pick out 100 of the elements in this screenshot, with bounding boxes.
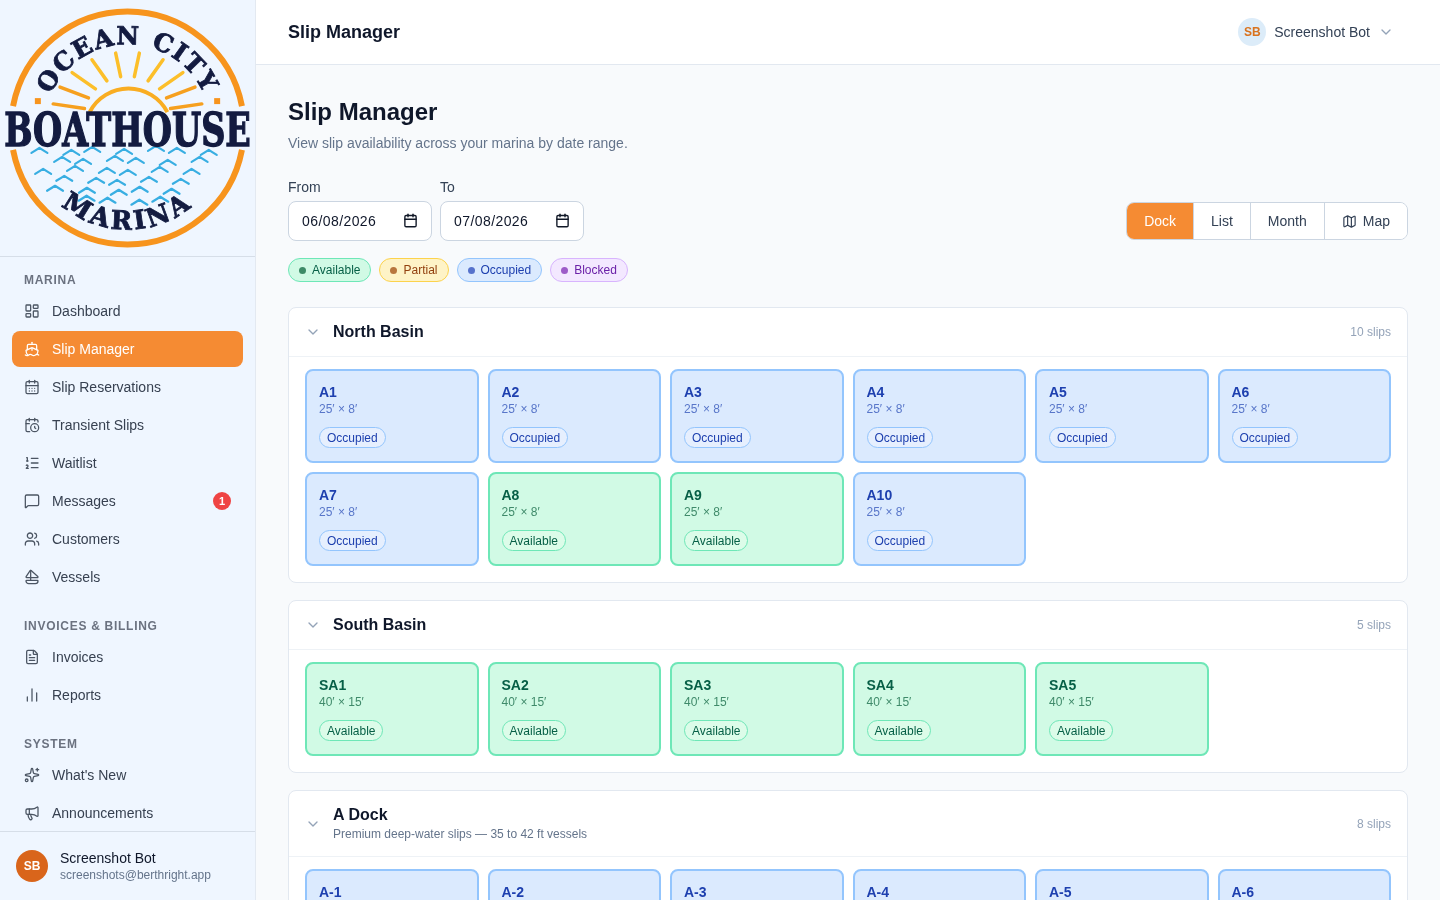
- slip-card[interactable]: A6 25′ × 8′ Occupied: [1217, 369, 1391, 463]
- slip-name: A2: [501, 383, 520, 401]
- nav-item[interactable]: Invoices: [12, 639, 243, 675]
- basin-title: North Basin: [333, 322, 424, 342]
- slip-card[interactable]: A-3: [670, 869, 844, 900]
- slip-card[interactable]: SA1 40′ × 15′ Available: [305, 662, 479, 756]
- status-tag: Available: [1049, 720, 1114, 741]
- slip-size: 25′ × 8′: [684, 401, 723, 417]
- nav-item[interactable]: Waitlist: [12, 445, 243, 481]
- slip-card[interactable]: SA4 40′ × 15′ Available: [852, 662, 1026, 756]
- slip-name: SA3: [684, 676, 712, 694]
- calendar-icon[interactable]: [555, 213, 570, 228]
- nav-item[interactable]: What's New: [12, 757, 243, 793]
- slip-card[interactable]: A1 25′ × 8′ Occupied: [305, 369, 479, 463]
- nav-item[interactable]: Dashboard: [12, 293, 243, 329]
- map-icon: [1341, 213, 1357, 229]
- ship-icon: [24, 341, 40, 357]
- slip-card[interactable]: A2 25′ × 8′ Occupied: [487, 369, 661, 463]
- slip-name: SA2: [501, 676, 529, 694]
- slip-name: A3: [684, 383, 702, 401]
- nav-section-label: SYSTEM: [23, 736, 79, 752]
- nav-section-label: INVOICES & BILLING: [23, 618, 159, 634]
- status-tag: Occupied: [319, 530, 386, 551]
- sparkles-icon: [24, 767, 40, 783]
- slip-card[interactable]: A3 25′ × 8′ Occupied: [670, 369, 844, 463]
- nav-section-label: MARINA: [23, 272, 78, 288]
- user-menu-button[interactable]: SB Screenshot Bot: [1234, 16, 1398, 48]
- view-tab[interactable]: Map: [1323, 203, 1407, 239]
- slip-card[interactable]: A-1: [305, 869, 479, 900]
- nav-item[interactable]: Vessels: [12, 559, 243, 595]
- slip-card[interactable]: SA2 40′ × 15′ Available: [487, 662, 661, 756]
- slip-card[interactable]: A-2: [487, 869, 661, 900]
- slip-size: 25′ × 8′: [501, 504, 540, 520]
- slip-name: A-4: [866, 883, 890, 900]
- status-tag: Occupied: [684, 427, 751, 448]
- slip-card[interactable]: SA5 40′ × 15′ Available: [1035, 662, 1209, 756]
- basin-description: Premium deep-water slips — 35 to 42 ft vessels: [333, 826, 588, 842]
- slip-name: A-5: [1049, 883, 1072, 900]
- slip-name: A10: [866, 486, 893, 504]
- slip-name: A7: [319, 486, 337, 504]
- nav-item[interactable]: Reports: [12, 677, 243, 713]
- megaphone-icon: [24, 805, 40, 821]
- slip-name: SA4: [866, 676, 894, 694]
- slip-count: 8 slips: [1357, 816, 1391, 831]
- slip-card[interactable]: A8 25′ × 8′ Available: [487, 472, 661, 566]
- slip-size: 40′ × 15′: [501, 694, 547, 710]
- page-subtitle: View slip availability across your marina by date range.: [288, 134, 629, 153]
- slip-size: 40′ × 15′: [866, 694, 912, 710]
- status-tag: Available: [501, 720, 566, 741]
- page-title: Slip Manager: [288, 97, 439, 127]
- slip-size: 25′ × 8′: [501, 401, 540, 417]
- legend-label: Blocked: [574, 263, 617, 277]
- slip-card[interactable]: A9 25′ × 8′ Available: [670, 472, 844, 566]
- user-avatar: SB: [1238, 18, 1267, 46]
- users-icon: [24, 531, 40, 547]
- user-name: Screenshot Bot: [60, 849, 157, 867]
- slip-card[interactable]: A7 25′ × 8′ Occupied: [305, 472, 479, 566]
- slip-name: A-1: [319, 883, 342, 900]
- date-field[interactable]: 07/08/2026: [440, 201, 584, 241]
- slip-name: A1: [319, 383, 337, 401]
- slip-card[interactable]: A-4: [852, 869, 1026, 900]
- field-label: To: [440, 179, 456, 195]
- slip-count: 5 slips: [1357, 618, 1391, 632]
- slip-card[interactable]: A-5: [1035, 869, 1209, 900]
- document-icon: [24, 649, 40, 665]
- sailboat-icon: [24, 569, 40, 585]
- slip-name: SA1: [319, 676, 347, 694]
- status-tag: Available: [319, 720, 384, 741]
- slip-size: 25′ × 8′: [684, 504, 723, 520]
- basin-title: South Basin: [333, 615, 427, 635]
- slip-card[interactable]: A10 25′ × 8′ Occupied: [852, 472, 1026, 566]
- slip-name: A-3: [684, 883, 707, 900]
- slip-size: 25′ × 8′: [319, 504, 358, 520]
- status-tag: Available: [501, 530, 566, 551]
- slip-card[interactable]: A-6: [1217, 869, 1391, 900]
- slip-card[interactable]: A4 25′ × 8′ Occupied: [852, 369, 1026, 463]
- slip-name: A8: [501, 486, 520, 504]
- calendar-icon: [24, 379, 40, 395]
- nav-item[interactable]: Messages 1: [12, 483, 243, 519]
- basin-title: A Dock: [333, 805, 388, 825]
- status-tag: Occupied: [1049, 427, 1116, 448]
- date-field[interactable]: 06/08/2026: [288, 201, 432, 241]
- nav-item[interactable]: Slip Reservations: [12, 369, 243, 405]
- slip-size: 40′ × 15′: [684, 694, 729, 710]
- slip-card[interactable]: SA3 40′ × 15′ Available: [670, 662, 844, 756]
- field-label: From: [288, 179, 322, 195]
- slip-name: A5: [1049, 383, 1067, 401]
- slip-size: 25′ × 8′: [1231, 401, 1270, 417]
- nav-item[interactable]: Customers: [12, 521, 243, 557]
- slip-size: 25′ × 8′: [866, 401, 905, 417]
- nav-item[interactable]: Announcements: [12, 795, 243, 831]
- slip-name: A-2: [501, 883, 525, 900]
- calendar-icon[interactable]: [403, 213, 418, 228]
- slip-card[interactable]: A5 25′ × 8′ Occupied: [1035, 369, 1209, 463]
- chat-bubble-icon: [24, 493, 40, 509]
- user-email: screenshots@berthright.app: [60, 867, 211, 883]
- slip-name: SA5: [1049, 676, 1077, 694]
- nav-item[interactable]: Transient Slips: [12, 407, 243, 443]
- user-avatar: SB: [16, 850, 48, 882]
- status-tag: Available: [684, 530, 749, 551]
